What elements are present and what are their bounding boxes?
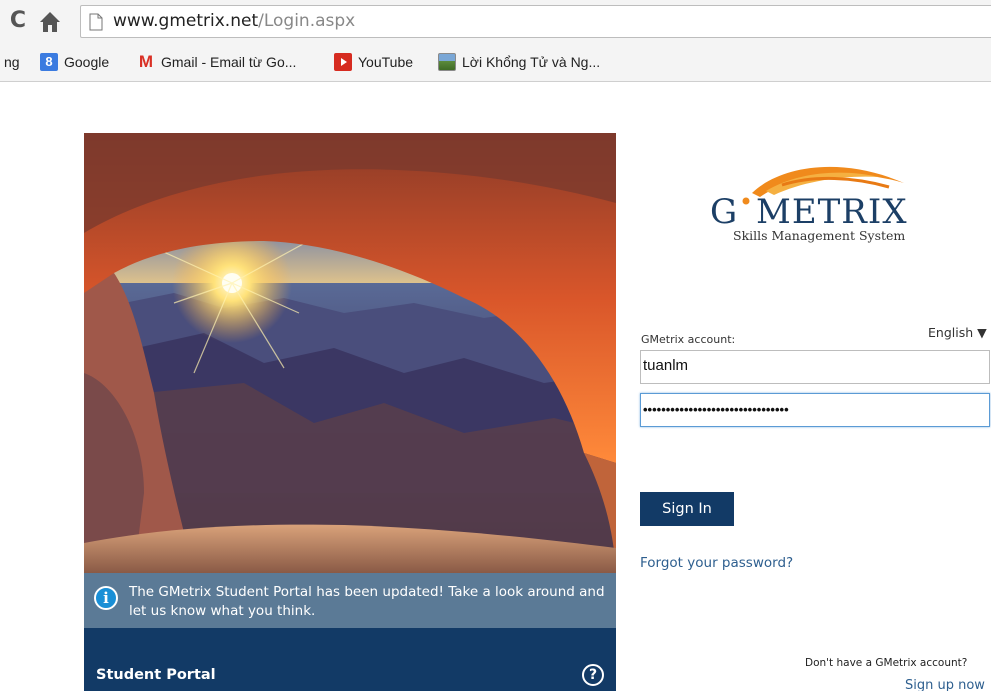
hero-photo-arch-sunrise bbox=[84, 133, 616, 573]
google-icon: 8 bbox=[40, 53, 58, 72]
bookmark-label: Lời Khổng Tử và Ng... bbox=[462, 54, 601, 70]
bookmark-gmail[interactable]: M Gmail - Email từ Go... bbox=[137, 52, 297, 72]
update-notice: i The GMetrix Student Portal has been up… bbox=[84, 573, 616, 628]
password-value: •••••••••••••••••••••••••••••••• bbox=[643, 402, 789, 417]
notice-text: The GMetrix Student Portal has been upda… bbox=[129, 584, 605, 619]
bookmark-truncated[interactable]: ng bbox=[4, 52, 20, 72]
bookmark-youtube[interactable]: YouTube bbox=[334, 52, 413, 72]
reload-icon[interactable]: C bbox=[6, 8, 30, 34]
student-portal-bar: Student Portal ? bbox=[84, 628, 616, 691]
url-domain: www.gmetrix.net bbox=[113, 11, 259, 31]
logo-subtitle: Skills Management System bbox=[733, 228, 906, 243]
username-value: tuanlm bbox=[643, 357, 689, 374]
portal-title: Student Portal bbox=[96, 667, 216, 683]
browser-nav-row: C www.gmetrix.net/Login.aspx bbox=[0, 0, 991, 44]
forgot-password-link[interactable]: Forgot your password? bbox=[640, 555, 793, 571]
help-icon[interactable]: ? bbox=[582, 664, 604, 686]
bookmark-label: Gmail - Email từ Go... bbox=[161, 54, 297, 70]
bookmark-google[interactable]: 8 Google bbox=[40, 52, 109, 72]
image-icon bbox=[438, 53, 456, 72]
bookmark-image[interactable]: Lời Khổng Tử và Ng... bbox=[438, 52, 600, 72]
sign-up-link[interactable]: Sign up now bbox=[905, 678, 985, 691]
browser-chrome: C www.gmetrix.net/Login.aspx ng 8 Google … bbox=[0, 0, 991, 82]
page-icon bbox=[89, 13, 103, 31]
gmail-icon: M bbox=[138, 52, 154, 72]
sign-in-button[interactable]: Sign In bbox=[640, 492, 734, 526]
url-text: www.gmetrix.net/Login.aspx bbox=[113, 11, 355, 31]
bookmark-label: ng bbox=[4, 54, 20, 70]
account-label: GMetrix account: bbox=[641, 333, 736, 346]
bookmark-label: YouTube bbox=[358, 54, 414, 70]
info-icon: i bbox=[94, 586, 118, 610]
url-path: /Login.aspx bbox=[258, 11, 356, 31]
youtube-icon bbox=[334, 53, 352, 72]
logo-wordmark: METRIX bbox=[756, 192, 908, 232]
bookmarks-bar: ng 8 Google M Gmail - Email từ Go... YouTu… bbox=[0, 46, 991, 78]
no-account-text: Don't have a GMetrix account? bbox=[805, 657, 968, 669]
password-field[interactable]: •••••••••••••••••••••••••••••••• bbox=[640, 393, 990, 427]
bookmark-label: Google bbox=[64, 54, 110, 70]
logo-letter-g: G bbox=[710, 192, 737, 232]
address-bar[interactable]: www.gmetrix.net/Login.aspx bbox=[80, 5, 991, 38]
home-icon[interactable] bbox=[38, 10, 62, 34]
username-field[interactable]: tuanlm bbox=[640, 350, 990, 384]
language-select[interactable]: English ▼ bbox=[928, 325, 987, 340]
